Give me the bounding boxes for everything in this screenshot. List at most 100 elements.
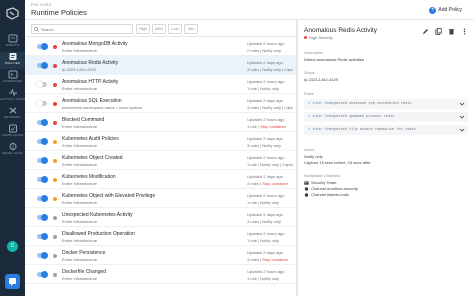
enable-toggle[interactable] (37, 195, 48, 202)
sidebar-item-label: ACTIVITY AUDIT (0, 97, 25, 101)
table-row[interactable]: Unexpected Kubernetes Activity Entire Inf… (25, 208, 297, 227)
rule-item[interactable]: > rule: Unexpected file access readwrite… (304, 125, 468, 135)
severity-dot (53, 254, 57, 258)
severity-dot (304, 36, 307, 39)
description-label: Description (304, 51, 323, 55)
policy-rules: 1 rule | Notify only (247, 200, 295, 205)
copy-icon[interactable] (435, 28, 442, 35)
table-row[interactable]: Anomalous MongoDB Activity Entire Infrast… (25, 37, 297, 56)
enable-toggle[interactable] (36, 81, 47, 88)
table-row[interactable]: Blocked Command Entire Infrastructure Upda… (25, 113, 297, 132)
policy-rules: 1 rule | Notify only (247, 238, 295, 243)
policy-name: Dockerfile Changed (62, 269, 106, 275)
policy-scope: ip-2323-1442-4129 (62, 67, 96, 72)
policy-name: Anomalous HTTP Activity (62, 79, 119, 85)
sidebar-item-events[interactable]: EVENTS (0, 34, 25, 51)
add-policy-label: Add Policy (438, 7, 462, 13)
policy-updated: Updated 2 days ago (247, 174, 283, 179)
breadcrumb[interactable]: POLICIES (31, 2, 52, 7)
policy-name: Kubernetes Object Created (62, 155, 123, 161)
enable-toggle[interactable] (37, 43, 48, 50)
severity-filter-low[interactable]: Low (168, 24, 182, 34)
policy-scope: Entire Infrastructure (62, 143, 98, 148)
action-line-1: Notify only (304, 154, 323, 159)
page-title: Runtime Policies (31, 8, 87, 17)
sidebar-item-activity-audit[interactable]: ACTIVITY AUDIT (0, 88, 25, 105)
description-value: Detect anomalous Redis activities (304, 57, 365, 62)
sidebar-item-label: IMAGE SCAN (2, 151, 23, 155)
policy-scope: Entire Infrastructure (62, 86, 98, 91)
severity-filter-high[interactable]: High (136, 24, 150, 34)
enable-toggle[interactable] (37, 176, 48, 183)
sysdig-logo-icon[interactable] (5, 7, 20, 20)
toggle-knob (41, 43, 48, 50)
sidebar-item-commands[interactable]: COMMANDS (0, 70, 25, 87)
severity-dot (53, 140, 57, 144)
enable-toggle[interactable] (37, 119, 48, 126)
help-button[interactable] (5, 274, 20, 289)
more-options-icon[interactable] (461, 28, 468, 35)
delete-icon[interactable] (448, 28, 455, 35)
chevron-down-icon[interactable] (459, 127, 465, 133)
detail-severity: High Severity (304, 35, 333, 40)
enable-toggle[interactable] (37, 271, 48, 278)
policy-scope: Entire Infrastructure (62, 276, 98, 281)
avatar[interactable]: C (7, 241, 18, 252)
severity-dot (53, 235, 57, 239)
policy-scope: Entire Infrastructure (62, 200, 98, 205)
rules-summary: 3 rules | Notify only (247, 219, 281, 224)
policy-rules: 1 rule | Stop container (247, 124, 295, 129)
table-row[interactable]: Kubernetes Audit Policies Entire Infrastr… (25, 132, 297, 151)
sidebar-item-network[interactable]: NETWORK (0, 106, 25, 123)
sidebar-item-image-scan[interactable]: IMAGE SCAN (0, 142, 25, 159)
rules-summary: 3 rules | Notify only (247, 143, 281, 148)
table-row[interactable]: Dockerfile Changed Entire Infrastructure U… (25, 265, 297, 284)
scope-label: Scope (304, 71, 315, 75)
policy-rules: 2 rules | Notify only (247, 48, 295, 53)
sidebar-item-compliance[interactable]: COMPLIANCE (0, 124, 25, 141)
table-row[interactable]: Docker Persistence Entire Infrastructure U… (25, 246, 297, 265)
severity-dot (53, 159, 57, 163)
scope-value: ip-2323-1442-4129 (304, 77, 338, 82)
enable-toggle[interactable] (37, 214, 48, 221)
policy-rules: 1 rule | Notify only (247, 276, 295, 281)
toggle-knob (36, 81, 43, 88)
search-box[interactable] (31, 24, 133, 34)
table-row[interactable]: Kubernetes Object Created Entire Infrastr… (25, 151, 297, 170)
rule-item[interactable]: > rule: Unexpected outbound tcp connecti… (304, 99, 468, 109)
network-icon (9, 107, 16, 114)
rule-text: Unexpected file access readwrite for red… (325, 128, 416, 132)
edit-icon[interactable] (422, 28, 429, 35)
enable-toggle[interactable] (37, 252, 48, 259)
search-input[interactable] (41, 26, 131, 33)
severity-filter-info[interactable]: Info (184, 24, 198, 34)
chevron-down-icon[interactable] (459, 114, 465, 120)
action-line-2: Capture 15 secs before, 15 secs after (304, 160, 371, 165)
toggle-knob (41, 252, 48, 259)
sidebar-item-policies[interactable]: POLICIES (0, 52, 25, 69)
table-row[interactable]: Kubernetes Modification Entire Infrastruc… (25, 170, 297, 189)
severity-dot (53, 45, 57, 49)
rule-item[interactable]: > rule: Unexpected spawned process redis (304, 112, 468, 122)
image-scan-icon (9, 142, 16, 151)
enable-toggle[interactable] (37, 138, 48, 145)
enable-toggle[interactable] (36, 100, 47, 107)
table-row[interactable]: Disallowed Production Operation Entire In… (25, 227, 297, 246)
policy-rules: 3 rules | Notify only (247, 219, 295, 224)
severity-dot (53, 102, 57, 106)
rules-summary: 1 rule | Notify only (247, 276, 279, 281)
table-row[interactable]: Kubernetes Object with Elevated Privileg… (25, 189, 297, 208)
severity-dot (53, 83, 57, 87)
add-policy-button[interactable]: + Add Policy (429, 6, 462, 14)
table-row[interactable]: Anomalous Redis Activity ip-2323-1442-412… (25, 56, 297, 75)
sidebar-item-label: POLICIES (4, 61, 21, 65)
slack-icon (304, 192, 309, 197)
table-row[interactable]: Anomalous SQL Execution kubernetes.namesp… (25, 94, 297, 113)
enable-toggle[interactable] (37, 233, 48, 240)
severity-filter-med[interactable]: Med (152, 24, 166, 34)
enable-toggle[interactable] (37, 62, 48, 69)
channel-name: Channel #alerts-redis (311, 192, 350, 197)
enable-toggle[interactable] (37, 157, 48, 164)
table-row[interactable]: Anomalous HTTP Activity Entire Infrastruc… (25, 75, 297, 94)
chevron-down-icon[interactable] (459, 101, 465, 107)
